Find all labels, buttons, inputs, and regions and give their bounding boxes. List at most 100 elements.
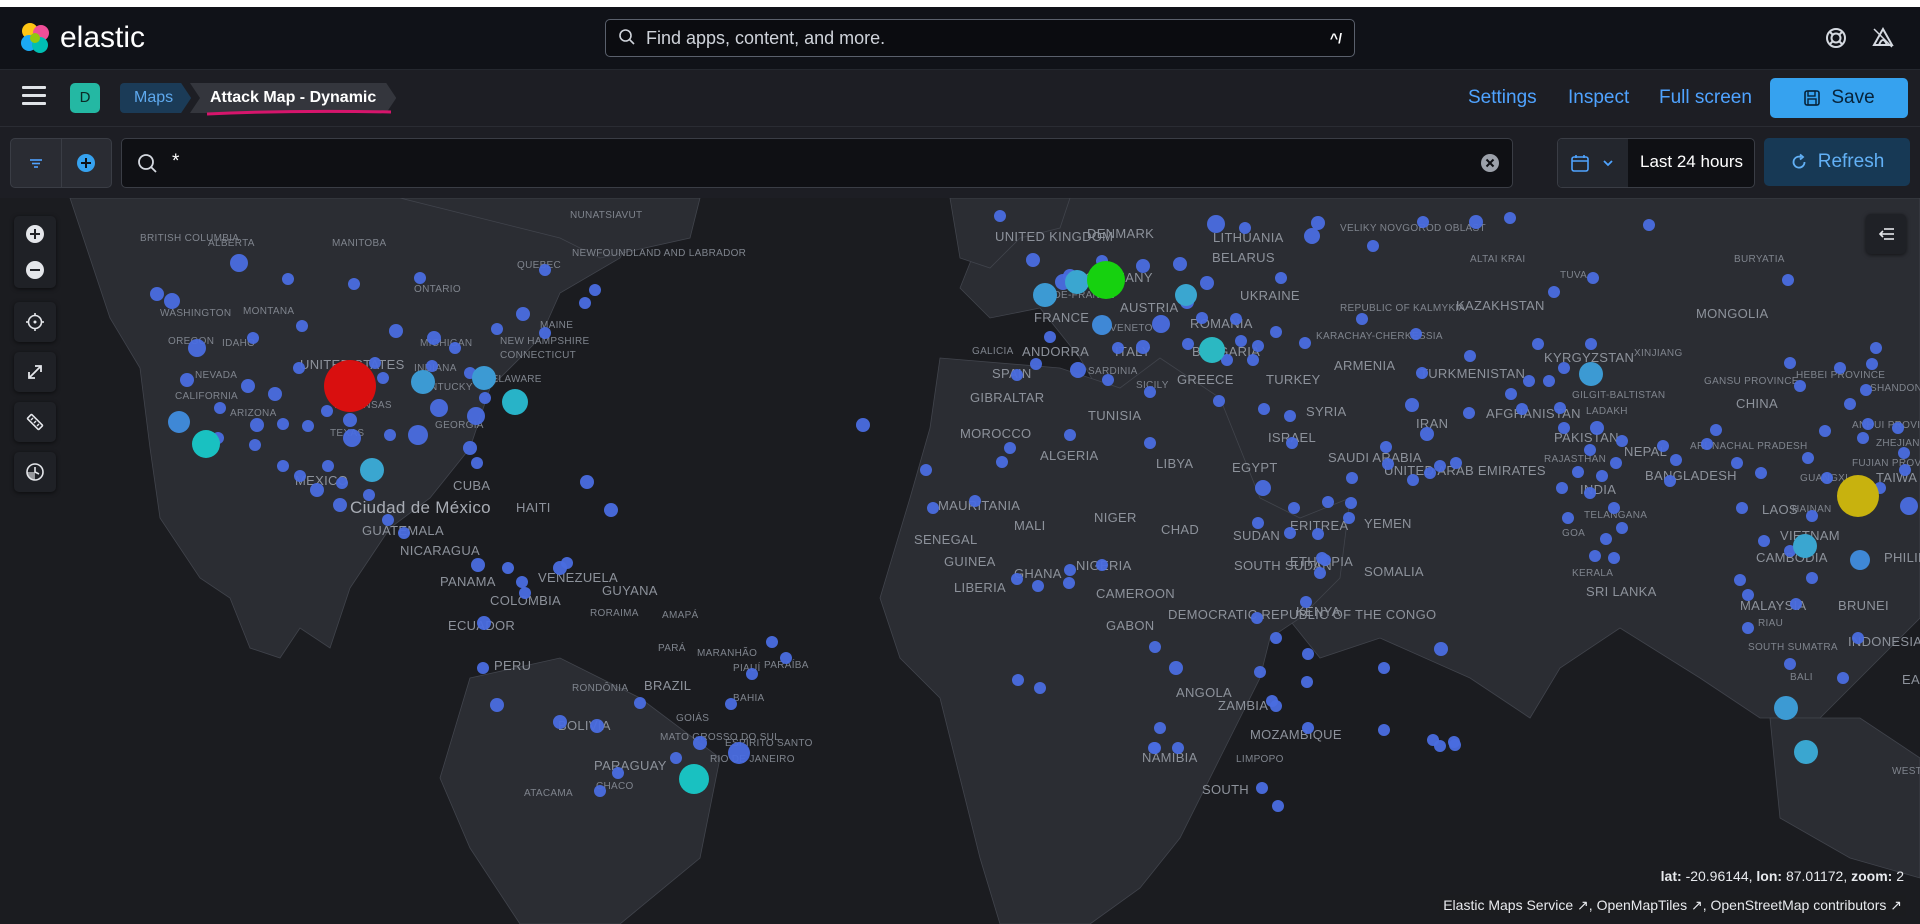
attack-point xyxy=(1272,800,1284,812)
attack-point-medium xyxy=(1065,270,1089,294)
attack-point xyxy=(384,429,396,441)
zoom-out-button[interactable] xyxy=(14,252,56,288)
attack-point xyxy=(1343,512,1355,524)
plus-circle-icon xyxy=(77,154,95,172)
timeslider-button[interactable] xyxy=(14,452,56,492)
attack-point xyxy=(1532,338,1544,350)
attack-point-medium xyxy=(168,411,190,433)
zoom-in-button[interactable] xyxy=(14,216,56,252)
attack-point xyxy=(1169,661,1183,675)
attack-point xyxy=(363,489,375,501)
attack-point xyxy=(1270,632,1282,644)
attack-point xyxy=(1213,395,1225,407)
attack-point xyxy=(1064,429,1076,441)
attack-point-medium xyxy=(1175,284,1197,306)
attack-point xyxy=(479,392,491,404)
clear-query-icon[interactable] xyxy=(1480,153,1500,173)
attack-point xyxy=(336,477,348,489)
menu-toggle-button[interactable] xyxy=(22,86,46,106)
attack-point xyxy=(1589,550,1601,562)
attack-point xyxy=(1806,510,1818,522)
attack-point xyxy=(1664,475,1676,487)
attack-point xyxy=(1794,380,1806,392)
attack-point xyxy=(1860,384,1872,396)
attack-point xyxy=(1346,472,1358,484)
attack-point xyxy=(1790,598,1802,610)
attack-point xyxy=(1096,559,1108,571)
attack-point xyxy=(1200,276,1214,290)
attribution-openmaptiles-link[interactable]: OpenMapTiles xyxy=(1597,897,1688,913)
set-view-button[interactable] xyxy=(14,302,56,342)
save-button[interactable]: Save xyxy=(1770,78,1908,118)
elastic-logo-icon xyxy=(21,23,49,53)
attack-point xyxy=(230,254,248,272)
attack-point xyxy=(856,418,870,432)
attack-point xyxy=(1405,398,1419,412)
attack-point xyxy=(1301,676,1313,688)
attack-point xyxy=(969,495,981,507)
attack-point xyxy=(1275,272,1287,284)
attack-points-layer[interactable] xyxy=(0,198,1920,924)
news-feed-icon[interactable] xyxy=(1870,25,1896,51)
query-text: * xyxy=(172,151,180,172)
refresh-button[interactable]: Refresh xyxy=(1764,138,1910,186)
attack-point xyxy=(1701,438,1713,450)
calendar-icon xyxy=(1571,155,1589,172)
space-avatar[interactable]: D xyxy=(70,83,100,113)
attack-point xyxy=(1136,340,1150,354)
settings-link[interactable]: Settings xyxy=(1468,87,1537,109)
attack-point xyxy=(250,418,264,432)
measure-tool-button[interactable] xyxy=(14,402,56,442)
breadcrumb-maps[interactable]: Maps xyxy=(120,83,191,113)
attack-point xyxy=(1584,444,1596,456)
attack-point xyxy=(1410,328,1422,340)
attack-point xyxy=(1516,403,1528,415)
collapse-left-icon xyxy=(1878,228,1894,240)
attack-point-medium xyxy=(1199,337,1225,363)
coordinates-readout: lat: -20.96144, lon: 87.01172, zoom: 2 xyxy=(1660,868,1904,884)
attack-point xyxy=(519,587,531,599)
add-filter-button[interactable] xyxy=(61,139,111,187)
attack-point xyxy=(1558,422,1570,434)
full-screen-link[interactable]: Full screen xyxy=(1659,87,1752,109)
attack-point xyxy=(241,379,255,393)
global-search-input[interactable]: Find apps, content, and more. ^/ xyxy=(605,19,1355,57)
attack-point xyxy=(1256,782,1268,794)
attack-point xyxy=(1239,222,1251,234)
query-input[interactable]: * xyxy=(121,138,1513,188)
attack-point xyxy=(1420,427,1434,441)
attack-point-medium xyxy=(360,458,384,482)
attribution-osm-link[interactable]: OpenStreetMap contributors xyxy=(1711,897,1887,913)
elastic-logo[interactable]: elastic xyxy=(18,21,145,55)
attack-point xyxy=(1149,641,1161,653)
attack-point xyxy=(1302,648,1314,660)
attack-point-medium xyxy=(502,389,528,415)
top-header: elastic Find apps, content, and more. ^/ xyxy=(0,7,1920,70)
attack-point xyxy=(343,413,357,427)
attack-point xyxy=(427,331,441,345)
attribution-elastic-maps-link[interactable]: Elastic Maps Service xyxy=(1443,897,1573,913)
attack-point xyxy=(1345,497,1357,509)
inspect-link[interactable]: Inspect xyxy=(1568,87,1629,109)
attack-point xyxy=(1610,457,1622,469)
map-canvas[interactable]: BRITISH COLUMBIA ALBERTA MANITOBA NUNATS… xyxy=(0,198,1920,924)
attack-point xyxy=(1314,567,1326,579)
layer-panel-toggle[interactable] xyxy=(1866,214,1906,254)
attack-point xyxy=(693,736,707,750)
attack-point xyxy=(1144,437,1156,449)
attack-point xyxy=(1837,672,1849,684)
attack-point xyxy=(369,357,381,369)
fit-to-data-button[interactable] xyxy=(14,352,56,392)
attack-point xyxy=(1196,312,1208,324)
attack-point xyxy=(1286,437,1298,449)
filter-menu-button[interactable] xyxy=(11,139,62,187)
attack-point xyxy=(502,562,514,574)
attack-point xyxy=(180,373,194,387)
attack-point xyxy=(1710,424,1722,436)
attack-point xyxy=(471,558,485,572)
quick-date-menu-button[interactable] xyxy=(1558,139,1628,187)
help-icon[interactable] xyxy=(1823,25,1849,51)
date-picker[interactable]: Last 24 hours xyxy=(1557,138,1755,188)
app-name: elastic xyxy=(60,21,146,54)
attack-point xyxy=(728,742,750,764)
